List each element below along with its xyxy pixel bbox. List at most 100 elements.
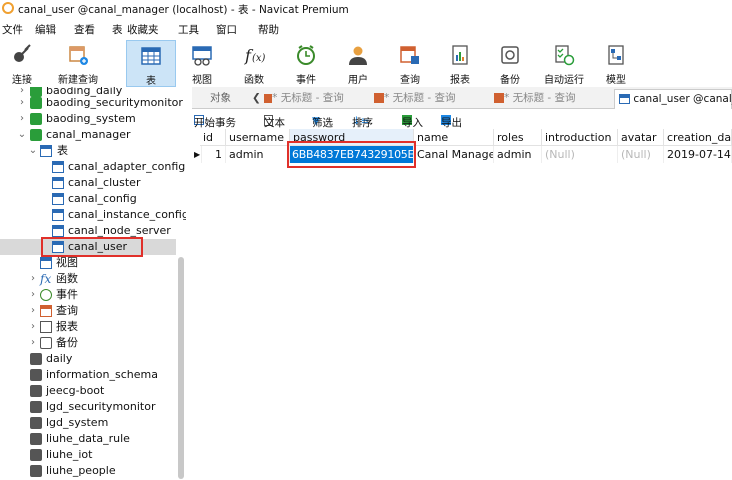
menu-edit[interactable]: 编辑 bbox=[35, 22, 56, 37]
menu-tools[interactable]: 工具 bbox=[178, 22, 199, 37]
tree-item-baoding-securitymonitor[interactable]: › baoding_securitymonitor bbox=[0, 95, 183, 111]
menu-view[interactable]: 查看 bbox=[74, 22, 95, 37]
tab-untitled-query-1[interactable]: ❮ * 无标题 - 查询 bbox=[252, 89, 370, 109]
password-highlight-box bbox=[287, 141, 416, 168]
tree-item-liuhe-people[interactable]: liuhe_people bbox=[0, 463, 176, 479]
tree-folder-views[interactable]: 视图 bbox=[0, 255, 176, 271]
database-icon bbox=[30, 449, 42, 461]
database-icon bbox=[30, 465, 42, 477]
cell-avatar[interactable]: (Null) bbox=[618, 146, 664, 163]
function-button[interactable]: f (x) 函数 bbox=[232, 40, 276, 87]
table-button[interactable]: 表 bbox=[126, 40, 176, 87]
column-header-avatar[interactable]: avatar bbox=[618, 129, 664, 146]
tree-item-liuhe-data-rule[interactable]: liuhe_data_rule bbox=[0, 431, 176, 447]
database-icon bbox=[30, 113, 42, 125]
table-toolbar: 开始事务 文本 · ▼ 筛选 ↓≡ 排序 导入 导出 bbox=[194, 113, 462, 129]
cell-username[interactable]: admin bbox=[226, 146, 290, 163]
backup-folder-icon bbox=[40, 337, 52, 349]
table-folder-icon bbox=[40, 145, 52, 157]
database-icon bbox=[30, 97, 42, 109]
chevron-left-icon: ❮ bbox=[252, 92, 265, 104]
user-icon bbox=[349, 46, 367, 65]
column-header-creation-date[interactable]: creation_date bbox=[664, 129, 732, 146]
column-header-name[interactable]: name bbox=[414, 129, 494, 146]
model-button[interactable]: 模型 bbox=[594, 40, 638, 87]
menu-window[interactable]: 窗口 bbox=[216, 22, 237, 37]
database-icon bbox=[30, 433, 42, 445]
view-folder-icon bbox=[40, 257, 52, 269]
model-icon bbox=[608, 45, 624, 65]
table-icon bbox=[52, 209, 64, 221]
query-tab-icon bbox=[264, 93, 273, 103]
report-button[interactable]: 报表 bbox=[438, 40, 482, 87]
cell-creation-date[interactable]: 2019-07-14 0 bbox=[664, 146, 732, 163]
table-icon bbox=[52, 225, 64, 237]
column-header-id[interactable]: id bbox=[200, 129, 226, 146]
menu-help[interactable]: 帮助 bbox=[258, 22, 279, 37]
query-tab-icon bbox=[494, 93, 504, 103]
text-button[interactable]: 文本 · bbox=[264, 113, 285, 129]
tree-folder-events[interactable]: › 事件 bbox=[0, 287, 176, 303]
tree-item-information-schema[interactable]: information_schema bbox=[0, 367, 176, 383]
cell-name[interactable]: Canal Manager bbox=[414, 146, 494, 163]
table-icon bbox=[52, 161, 64, 173]
tree-item-lgd-securitymonitor[interactable]: lgd_securitymonitor bbox=[0, 399, 176, 415]
new-query-icon bbox=[69, 46, 88, 65]
view-icon bbox=[192, 46, 212, 66]
function-icon: f (x) bbox=[244, 46, 265, 65]
tree-item-baoding-system[interactable]: › baoding_system bbox=[0, 111, 176, 127]
tree-folder-queries[interactable]: › 查询 bbox=[0, 303, 176, 319]
tree-item-canal-manager[interactable]: ⌄ canal_manager bbox=[0, 127, 176, 143]
column-header-roles[interactable]: roles bbox=[494, 129, 542, 146]
tree-table-canal-instance-config[interactable]: canal_instance_config bbox=[0, 207, 186, 223]
cell-roles[interactable]: admin bbox=[494, 146, 542, 163]
tree-folder-reports[interactable]: › 报表 bbox=[0, 319, 176, 335]
database-icon bbox=[30, 353, 42, 365]
backup-button[interactable]: 备份 bbox=[488, 40, 532, 87]
report-folder-icon bbox=[40, 321, 52, 333]
tree-item-jeecg-boot[interactable]: jeecg-boot bbox=[0, 383, 176, 399]
tab-objects[interactable]: 对象 bbox=[210, 89, 242, 109]
tree-folder-tables[interactable]: ⌄ 表 bbox=[0, 143, 176, 159]
tree-folder-functions[interactable]: › fx 函数 bbox=[0, 271, 176, 287]
sidebar-scrollbar[interactable] bbox=[178, 257, 184, 479]
event-folder-icon bbox=[40, 289, 52, 301]
data-grid: id username password name roles introduc… bbox=[192, 129, 732, 480]
tab-untitled-query-2[interactable]: * 无标题 - 查询 bbox=[374, 89, 484, 109]
event-clock-icon bbox=[297, 45, 315, 65]
canal-user-highlight-box bbox=[41, 237, 143, 257]
new-query-button[interactable]: 新建查询 bbox=[52, 40, 104, 87]
query-button[interactable]: 查询 bbox=[388, 40, 432, 87]
tree-item-liuhe-iot[interactable]: liuhe_iot bbox=[0, 447, 176, 463]
connection-button[interactable]: 连接 bbox=[0, 40, 44, 87]
auto-run-button[interactable]: 自动运行 bbox=[538, 40, 590, 87]
tree-item-daily[interactable]: daily bbox=[0, 351, 176, 367]
navicat-app-icon bbox=[2, 2, 14, 14]
table-icon bbox=[141, 47, 161, 65]
tab-untitled-query-3[interactable]: * 无标题 - 查询 bbox=[494, 89, 604, 109]
tab-canal-user[interactable]: canal_user @canal_... bbox=[614, 89, 732, 109]
query-icon bbox=[400, 46, 419, 64]
auto-run-icon bbox=[555, 45, 575, 66]
cell-id[interactable]: 1 bbox=[200, 146, 226, 163]
view-button[interactable]: 视图 bbox=[180, 40, 224, 87]
column-header-username[interactable]: username bbox=[226, 129, 290, 146]
menu-favorites[interactable]: 收藏夹 bbox=[127, 22, 159, 37]
table-icon bbox=[52, 177, 64, 189]
tree-item-lgd-system[interactable]: lgd_system bbox=[0, 415, 176, 431]
cell-introduction[interactable]: (Null) bbox=[542, 146, 618, 163]
event-button[interactable]: 事件 bbox=[284, 40, 328, 87]
column-header-introduction[interactable]: introduction bbox=[542, 129, 618, 146]
tree-folder-backups[interactable]: › 备份 bbox=[0, 335, 176, 351]
table-icon bbox=[52, 193, 64, 205]
main-toolbar: 连接 新建查询 表 视图 f (x) 函数 事件 用户 查询 报表 备份 自动运行 bbox=[0, 40, 732, 87]
svg-text:(x): (x) bbox=[252, 53, 265, 64]
tree-table-canal-adapter-config[interactable]: canal_adapter_config bbox=[0, 159, 185, 175]
tree-table-canal-config[interactable]: canal_config bbox=[0, 191, 176, 207]
user-button[interactable]: 用户 bbox=[336, 40, 380, 87]
window-title: canal_user @canal_manager (localhost) - … bbox=[18, 4, 349, 16]
menu-table[interactable]: 表 bbox=[112, 22, 123, 37]
tree-table-canal-cluster[interactable]: canal_cluster bbox=[0, 175, 176, 191]
tab-bar: 对象 ❮ * 无标题 - 查询 * 无标题 - 查询 * 无标题 - 查询 ca… bbox=[192, 87, 732, 109]
menu-file[interactable]: 文件 bbox=[2, 22, 23, 37]
